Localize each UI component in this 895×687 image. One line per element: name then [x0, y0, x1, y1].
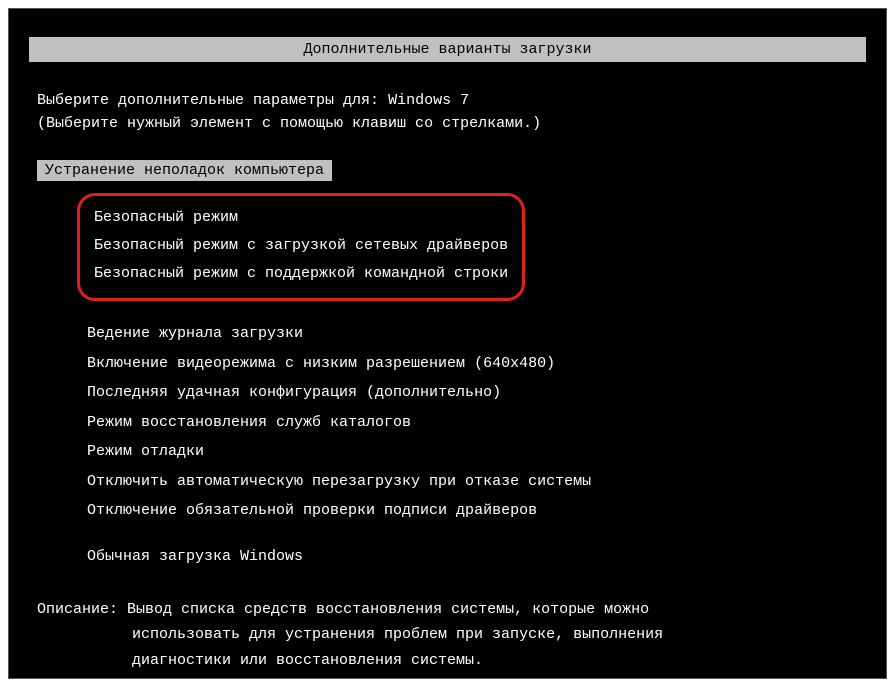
menu-item-boot-logging[interactable]: Ведение журнала загрузки	[87, 319, 866, 349]
description-block: Описание: Вывод списка средств восстанов…	[29, 597, 866, 674]
prompt-line: Выберите дополнительные параметры для: W…	[29, 92, 866, 109]
menu-item-last-known-good[interactable]: Последняя удачная конфигурация (дополнит…	[87, 378, 866, 408]
boot-menu-screen: Дополнительные варианты загрузки Выберит…	[8, 8, 887, 679]
menu-item-disable-driver-signature[interactable]: Отключение обязательной проверки подписи…	[87, 496, 866, 526]
menu-item-directory-services-restore[interactable]: Режим восстановления служб каталогов	[87, 408, 866, 438]
description-label: Описание:	[37, 601, 118, 618]
selected-row[interactable]: Устранение неполадок компьютера	[29, 160, 866, 185]
normal-boot-label: Обычная загрузка Windows	[87, 548, 303, 565]
highlight-annotation: Безопасный режим Безопасный режим с загр…	[77, 193, 525, 301]
prompt-hint: (Выберите нужный элемент с помощью клави…	[29, 115, 866, 132]
description-line1: Вывод списка средств восстановления сист…	[127, 601, 649, 618]
title-text: Дополнительные варианты загрузки	[303, 41, 591, 58]
prompt-prefix: Выберите дополнительные параметры для:	[37, 92, 388, 109]
menu-item-safe-mode-networking[interactable]: Безопасный режим с загрузкой сетевых дра…	[94, 232, 508, 260]
menu-list: Ведение журнала загрузки Включение видео…	[87, 319, 866, 526]
menu-item-debug-mode[interactable]: Режим отладки	[87, 437, 866, 467]
menu-item-safe-mode-command[interactable]: Безопасный режим с поддержкой командной …	[94, 260, 508, 288]
menu-item-safe-mode[interactable]: Безопасный режим	[94, 204, 508, 232]
description-line3: диагностики или восстановления системы.	[132, 648, 866, 674]
os-name: Windows 7	[388, 92, 469, 109]
menu-item-normal-boot[interactable]: Обычная загрузка Windows	[87, 548, 866, 565]
description-line2: использовать для устранения проблем при …	[132, 622, 866, 648]
menu-item-disable-auto-restart[interactable]: Отключить автоматическую перезагрузку пр…	[87, 467, 866, 497]
menu-item-low-res-video[interactable]: Включение видеорежима с низким разрешени…	[87, 349, 866, 379]
title-bar: Дополнительные варианты загрузки	[29, 37, 866, 62]
menu-item-repair[interactable]: Устранение неполадок компьютера	[37, 160, 332, 181]
